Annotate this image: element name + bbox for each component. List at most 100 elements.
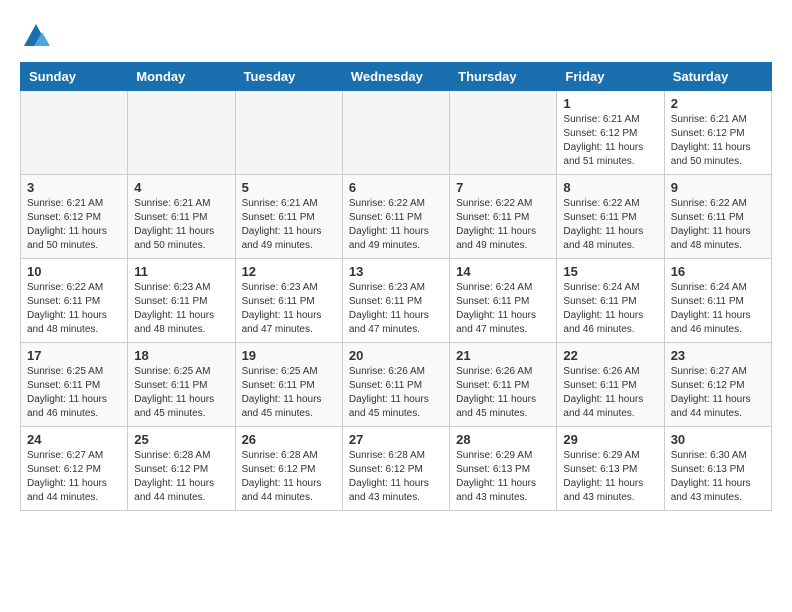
logo	[20, 20, 56, 52]
day-number: 21	[456, 348, 550, 363]
day-cell: 8 Sunrise: 6:22 AM Sunset: 6:11 PM Daylig…	[557, 175, 664, 259]
week-row-4: 17 Sunrise: 6:25 AM Sunset: 6:11 PM Dayli…	[21, 343, 772, 427]
header-cell-sunday: Sunday	[21, 63, 128, 91]
day-info: Sunrise: 6:24 AM Sunset: 6:11 PM Dayligh…	[563, 281, 657, 337]
day-number: 5	[242, 180, 336, 195]
day-number: 1	[563, 96, 657, 111]
day-number: 9	[671, 180, 765, 195]
header-cell-wednesday: Wednesday	[342, 63, 449, 91]
day-number: 18	[134, 348, 228, 363]
day-info: Sunrise: 6:28 AM Sunset: 6:12 PM Dayligh…	[349, 449, 443, 505]
day-cell	[21, 91, 128, 175]
day-info: Sunrise: 6:21 AM Sunset: 6:11 PM Dayligh…	[134, 197, 228, 253]
day-cell: 14 Sunrise: 6:24 AM Sunset: 6:11 PM Dayli…	[450, 259, 557, 343]
day-info: Sunrise: 6:26 AM Sunset: 6:11 PM Dayligh…	[456, 365, 550, 421]
header-cell-monday: Monday	[128, 63, 235, 91]
day-number: 30	[671, 432, 765, 447]
day-cell: 9 Sunrise: 6:22 AM Sunset: 6:11 PM Daylig…	[664, 175, 771, 259]
week-row-2: 3 Sunrise: 6:21 AM Sunset: 6:12 PM Daylig…	[21, 175, 772, 259]
header-row: SundayMondayTuesdayWednesdayThursdayFrid…	[21, 63, 772, 91]
day-cell: 25 Sunrise: 6:28 AM Sunset: 6:12 PM Dayli…	[128, 427, 235, 511]
calendar-table: SundayMondayTuesdayWednesdayThursdayFrid…	[20, 62, 772, 511]
day-number: 6	[349, 180, 443, 195]
day-cell	[128, 91, 235, 175]
day-info: Sunrise: 6:25 AM Sunset: 6:11 PM Dayligh…	[134, 365, 228, 421]
page-header	[20, 20, 772, 52]
day-cell	[342, 91, 449, 175]
day-cell: 29 Sunrise: 6:29 AM Sunset: 6:13 PM Dayli…	[557, 427, 664, 511]
day-number: 17	[27, 348, 121, 363]
day-number: 16	[671, 264, 765, 279]
day-number: 25	[134, 432, 228, 447]
week-row-1: 1 Sunrise: 6:21 AM Sunset: 6:12 PM Daylig…	[21, 91, 772, 175]
day-cell: 30 Sunrise: 6:30 AM Sunset: 6:13 PM Dayli…	[664, 427, 771, 511]
day-info: Sunrise: 6:27 AM Sunset: 6:12 PM Dayligh…	[671, 365, 765, 421]
day-cell: 27 Sunrise: 6:28 AM Sunset: 6:12 PM Dayli…	[342, 427, 449, 511]
day-cell: 21 Sunrise: 6:26 AM Sunset: 6:11 PM Dayli…	[450, 343, 557, 427]
day-cell: 15 Sunrise: 6:24 AM Sunset: 6:11 PM Dayli…	[557, 259, 664, 343]
day-info: Sunrise: 6:25 AM Sunset: 6:11 PM Dayligh…	[27, 365, 121, 421]
day-number: 15	[563, 264, 657, 279]
day-cell: 18 Sunrise: 6:25 AM Sunset: 6:11 PM Dayli…	[128, 343, 235, 427]
day-cell: 5 Sunrise: 6:21 AM Sunset: 6:11 PM Daylig…	[235, 175, 342, 259]
day-info: Sunrise: 6:30 AM Sunset: 6:13 PM Dayligh…	[671, 449, 765, 505]
day-number: 22	[563, 348, 657, 363]
day-info: Sunrise: 6:26 AM Sunset: 6:11 PM Dayligh…	[563, 365, 657, 421]
day-number: 14	[456, 264, 550, 279]
day-cell: 3 Sunrise: 6:21 AM Sunset: 6:12 PM Daylig…	[21, 175, 128, 259]
day-number: 2	[671, 96, 765, 111]
day-cell: 11Sunrise: 6:23 AM Sunset: 6:11 PM Dayli…	[128, 259, 235, 343]
day-info: Sunrise: 6:23 AM Sunset: 6:11 PM Dayligh…	[349, 281, 443, 337]
day-info: Sunrise: 6:22 AM Sunset: 6:11 PM Dayligh…	[671, 197, 765, 253]
day-number: 3	[27, 180, 121, 195]
header-cell-saturday: Saturday	[664, 63, 771, 91]
day-info: Sunrise: 6:24 AM Sunset: 6:11 PM Dayligh…	[456, 281, 550, 337]
day-cell: 1 Sunrise: 6:21 AM Sunset: 6:12 PM Daylig…	[557, 91, 664, 175]
day-cell: 20 Sunrise: 6:26 AM Sunset: 6:11 PM Dayli…	[342, 343, 449, 427]
day-number: 7	[456, 180, 550, 195]
calendar-body: 1 Sunrise: 6:21 AM Sunset: 6:12 PM Daylig…	[21, 91, 772, 511]
day-cell: 10Sunrise: 6:22 AM Sunset: 6:11 PM Dayli…	[21, 259, 128, 343]
day-cell: 23Sunrise: 6:27 AM Sunset: 6:12 PM Dayli…	[664, 343, 771, 427]
day-number: 27	[349, 432, 443, 447]
day-cell	[450, 91, 557, 175]
header-cell-tuesday: Tuesday	[235, 63, 342, 91]
day-info: Sunrise: 6:23 AM Sunset: 6:11 PM Dayligh…	[242, 281, 336, 337]
day-cell	[235, 91, 342, 175]
day-cell: 16 Sunrise: 6:24 AM Sunset: 6:11 PM Dayli…	[664, 259, 771, 343]
day-number: 29	[563, 432, 657, 447]
day-cell: 19 Sunrise: 6:25 AM Sunset: 6:11 PM Dayli…	[235, 343, 342, 427]
day-info: Sunrise: 6:22 AM Sunset: 6:11 PM Dayligh…	[456, 197, 550, 253]
day-cell: 28Sunrise: 6:29 AM Sunset: 6:13 PM Dayli…	[450, 427, 557, 511]
day-info: Sunrise: 6:21 AM Sunset: 6:12 PM Dayligh…	[671, 113, 765, 169]
day-cell: 12 Sunrise: 6:23 AM Sunset: 6:11 PM Dayli…	[235, 259, 342, 343]
day-cell: 24Sunrise: 6:27 AM Sunset: 6:12 PM Dayli…	[21, 427, 128, 511]
logo-icon	[20, 20, 52, 52]
day-number: 20	[349, 348, 443, 363]
day-info: Sunrise: 6:28 AM Sunset: 6:12 PM Dayligh…	[134, 449, 228, 505]
day-cell: 26Sunrise: 6:28 AM Sunset: 6:12 PM Dayli…	[235, 427, 342, 511]
day-info: Sunrise: 6:23 AM Sunset: 6:11 PM Dayligh…	[134, 281, 228, 337]
day-number: 13	[349, 264, 443, 279]
day-number: 12	[242, 264, 336, 279]
day-info: Sunrise: 6:21 AM Sunset: 6:12 PM Dayligh…	[27, 197, 121, 253]
day-cell: 22 Sunrise: 6:26 AM Sunset: 6:11 PM Dayli…	[557, 343, 664, 427]
day-info: Sunrise: 6:21 AM Sunset: 6:12 PM Dayligh…	[563, 113, 657, 169]
day-cell: 17 Sunrise: 6:25 AM Sunset: 6:11 PM Dayli…	[21, 343, 128, 427]
day-info: Sunrise: 6:29 AM Sunset: 6:13 PM Dayligh…	[563, 449, 657, 505]
week-row-5: 24Sunrise: 6:27 AM Sunset: 6:12 PM Dayli…	[21, 427, 772, 511]
day-number: 26	[242, 432, 336, 447]
day-cell: 13 Sunrise: 6:23 AM Sunset: 6:11 PM Dayli…	[342, 259, 449, 343]
day-info: Sunrise: 6:22 AM Sunset: 6:11 PM Dayligh…	[27, 281, 121, 337]
day-cell: 6Sunrise: 6:22 AM Sunset: 6:11 PM Daylig…	[342, 175, 449, 259]
calendar-header: SundayMondayTuesdayWednesdayThursdayFrid…	[21, 63, 772, 91]
day-info: Sunrise: 6:21 AM Sunset: 6:11 PM Dayligh…	[242, 197, 336, 253]
day-info: Sunrise: 6:22 AM Sunset: 6:11 PM Dayligh…	[563, 197, 657, 253]
header-cell-thursday: Thursday	[450, 63, 557, 91]
day-number: 8	[563, 180, 657, 195]
day-number: 19	[242, 348, 336, 363]
day-number: 28	[456, 432, 550, 447]
day-info: Sunrise: 6:24 AM Sunset: 6:11 PM Dayligh…	[671, 281, 765, 337]
day-info: Sunrise: 6:26 AM Sunset: 6:11 PM Dayligh…	[349, 365, 443, 421]
day-info: Sunrise: 6:25 AM Sunset: 6:11 PM Dayligh…	[242, 365, 336, 421]
